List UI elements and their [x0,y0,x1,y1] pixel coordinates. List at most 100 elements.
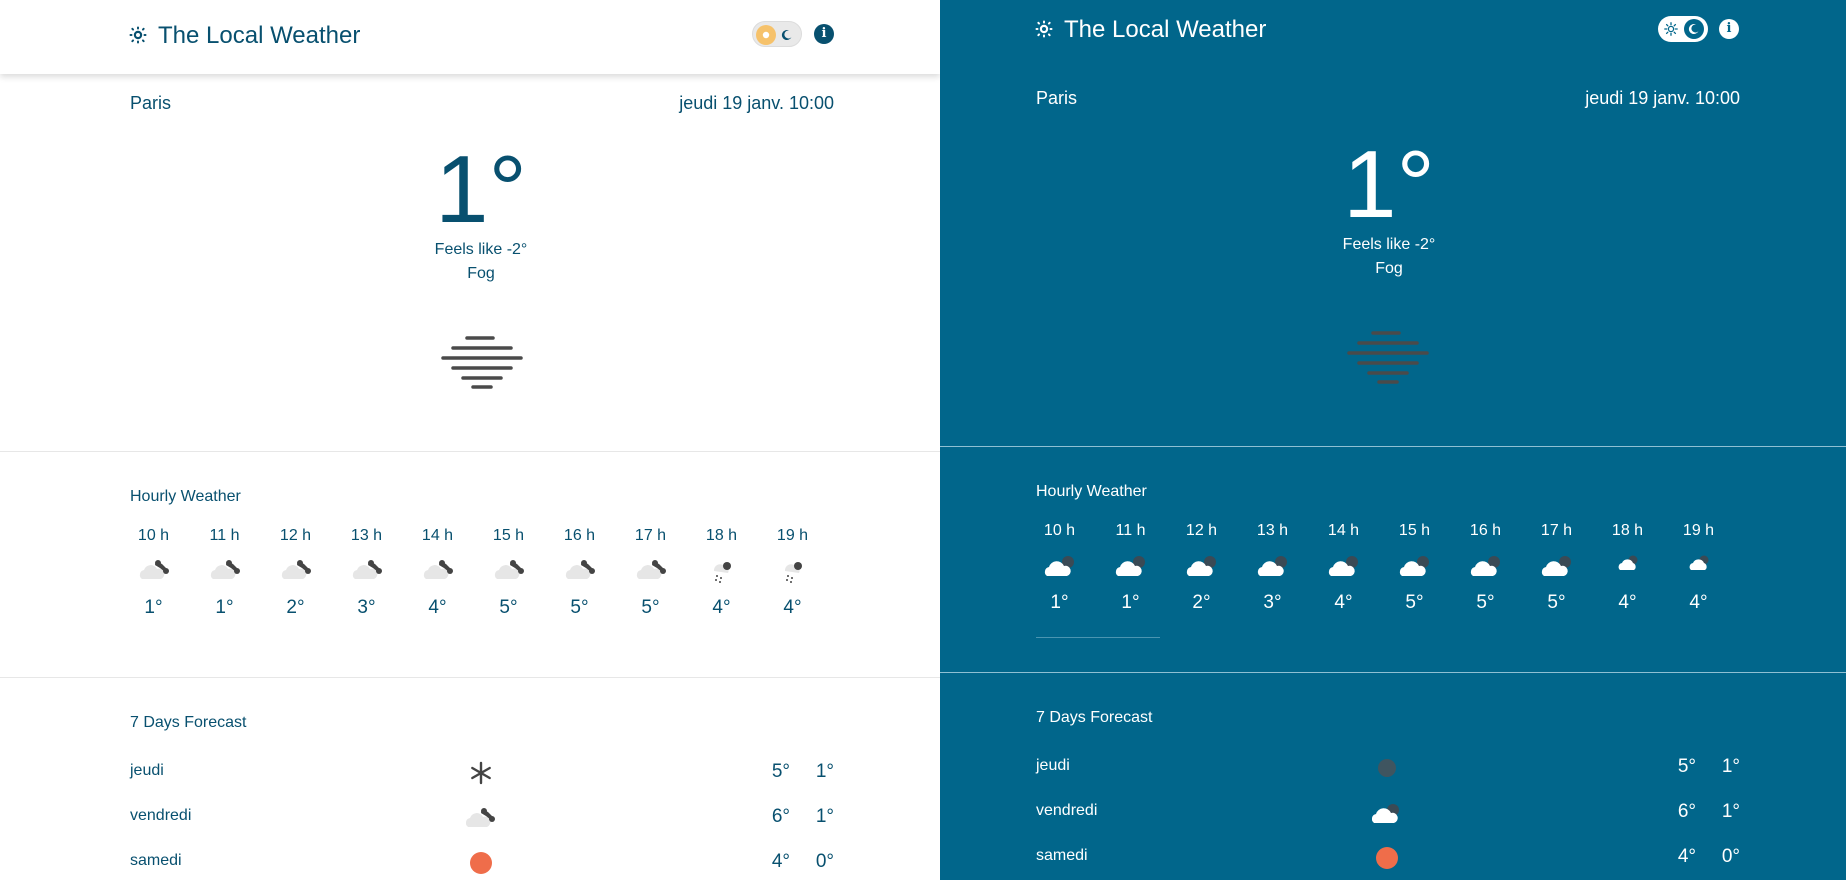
forecast-row: vendredi 6° 1° [1036,798,1740,828]
snow-night-icon [1689,555,1709,570]
day-max-temp: 4° [771,851,790,872]
hour-temperature: 4° [712,597,731,618]
hour-label: 18 h [1611,522,1644,539]
info-button[interactable]: i [1719,19,1739,39]
forecast-row: vendredi 6° 1° [130,803,834,833]
day-min-temp: 1° [1721,801,1740,822]
forecast-row: jeudi 5° 1° [1036,753,1740,783]
hour-label: 16 h [563,527,596,544]
hourly-title: Hourly Weather [130,488,241,505]
section-divider [0,677,940,678]
app-title: The Local Weather [1064,16,1267,43]
hour-item: 19 h 4° [1675,522,1746,622]
hour-label: 17 h [1540,522,1573,539]
sun-logo-icon [129,26,147,44]
day-name: vendredi [130,807,192,824]
forecast-title: 7 Days Forecast [1036,709,1153,726]
hour-label: 13 h [1256,522,1289,539]
hour-item: 17 h 5° [1533,522,1604,622]
hour-temperature: 4° [1618,592,1637,613]
day-max-temp: 5° [771,761,790,782]
hour-temperature: 4° [1334,592,1353,613]
day-name: vendredi [1036,802,1098,819]
weather-condition: Fog [467,265,495,282]
hour-item: 17 h 5° [627,527,698,627]
hour-item: 16 h 5° [1462,522,1533,622]
day-name: samedi [1036,847,1088,864]
hourly-scrollbar[interactable] [1036,637,1160,638]
hour-item: 13 h 3° [1249,522,1320,622]
theme-toggle[interactable] [752,21,802,47]
current-temperature: 1° [435,136,527,243]
hour-temperature: 5° [641,597,660,618]
cloudy-night-icon [1372,804,1399,823]
cloudy-night-icon [1541,556,1571,576]
hour-temperature: 1° [144,597,163,618]
hour-label: 12 h [1185,522,1218,539]
moon-icon [781,30,792,41]
cloudy-night-icon [494,560,524,579]
cloudy-night-icon [423,560,453,579]
hourly-list: 10 h 1° 11 h 1° 12 h 2° 13 h 3° 14 h 4° … [130,527,840,627]
day-min-temp: 1° [815,761,834,782]
hour-temperature: 1° [1050,592,1069,613]
hour-item: 18 h 4° [698,527,769,627]
hour-label: 18 h [705,527,738,544]
cloudy-night-icon [466,808,495,827]
hour-temperature: 5° [570,597,589,618]
city-name: Paris [130,93,172,113]
section-divider [940,672,1846,673]
day-min-temp: 1° [815,806,834,827]
theme-toggle[interactable] [1658,16,1708,42]
cloudy-night-icon [281,560,311,579]
snowflake-icon [1378,759,1396,777]
weather-condition: Fog [1375,260,1403,277]
hour-temperature: 2° [286,597,305,618]
hour-item: 15 h 5° [485,527,556,627]
forecast-title: 7 Days Forecast [130,714,247,731]
day-min-temp: 0° [815,851,834,872]
feels-like: Feels like -2° [434,241,528,258]
hour-label: 10 h [137,527,170,544]
cloudy-night-icon [1186,556,1216,576]
hour-temperature: 4° [428,597,447,618]
hour-item: 14 h 4° [414,527,485,627]
hour-temperature: 4° [1689,592,1708,613]
hour-item: 12 h 2° [1178,522,1249,622]
cloudy-night-icon [139,560,169,579]
current-datetime: jeudi 19 janv. 10:00 [1585,88,1740,108]
hour-item: 16 h 5° [556,527,627,627]
snow-night-icon [713,562,731,583]
day-max-temp: 5° [1677,756,1696,777]
hour-label: 11 h [209,527,240,544]
sun-glyph-icon [762,31,770,39]
hour-label: 15 h [1398,522,1431,539]
hour-temperature: 4° [783,597,802,618]
snowflake-icon [471,761,491,785]
hour-label: 13 h [350,527,383,544]
cloudy-night-icon [1470,556,1500,576]
hour-label: 10 h [1043,522,1076,539]
day-name: jeudi [130,762,164,779]
sun-icon [1376,847,1398,869]
cloudy-night-icon [565,560,595,579]
feels-like: Feels like -2° [1342,236,1436,253]
hour-label: 14 h [1327,522,1360,539]
snow-night-icon [1618,555,1638,570]
hour-temperature: 5° [1547,592,1566,613]
cloudy-night-icon [1044,556,1074,576]
info-button[interactable]: i [814,24,834,44]
hour-item: 10 h 1° [1036,522,1107,622]
snow-night-icon [784,562,802,583]
fog-icon [441,336,523,389]
hour-temperature: 3° [1263,592,1282,613]
moon-icon [1688,24,1699,35]
theme-comparison: The Local Weather i Paris jeudi 19 janv.… [0,0,1846,880]
hour-label: 11 h [1115,522,1146,539]
hour-label: 16 h [1469,522,1502,539]
hour-label: 12 h [279,527,312,544]
cloudy-night-icon [636,560,666,579]
current-temperature: 1° [1343,131,1435,238]
hour-label: 17 h [634,527,667,544]
hour-label: 15 h [492,527,525,544]
